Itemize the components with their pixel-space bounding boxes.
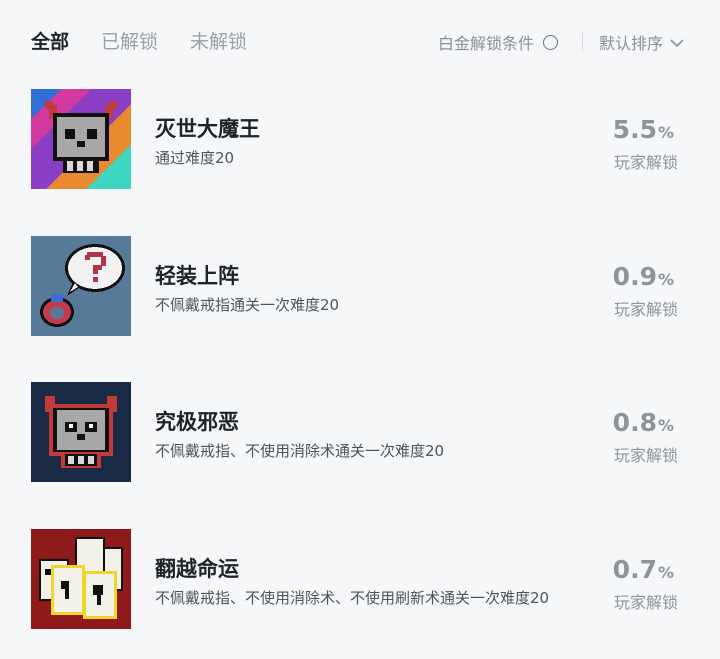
achievement-item[interactable]: 究极邪恶 不佩戴戒指、不使用消除术通关一次难度20 0.8% 玩家解锁 — [0, 382, 720, 486]
unlock-percent: 0.9% — [612, 262, 674, 291]
achievement-description: 不佩戴戒指、不使用消除术通关一次难度20 — [155, 442, 445, 460]
achievement-item[interactable]: 灭世大魔王 通过难度20 5.5% 玩家解锁 — [0, 89, 720, 193]
achievement-title: 翻越命运 — [155, 557, 239, 581]
achievement-title: 轻装上阵 — [155, 264, 239, 288]
unlock-percent-label: 玩家解锁 — [613, 300, 678, 319]
chevron-down-icon — [670, 33, 684, 52]
unlock-percent: 5.5% — [612, 115, 674, 144]
demon-skull-icon — [31, 89, 131, 189]
platinum-filter-label: 白金解锁条件 — [438, 34, 535, 53]
achievement-item[interactable]: 翻越命运 不佩戴戒指、不使用消除术、不使用刷新术通关一次难度20 0.7% 玩家… — [0, 529, 720, 633]
unlock-percent-label: 玩家解锁 — [613, 153, 678, 172]
platinum-filter-toggle[interactable]: 白金解锁条件 — [438, 31, 559, 53]
unlock-percent-label: 玩家解锁 — [613, 446, 678, 465]
unlock-percent: 0.8% — [612, 408, 674, 437]
achievement-description: 通过难度20 — [155, 149, 235, 167]
unlock-percent-label: 玩家解锁 — [613, 593, 678, 612]
unlock-percent: 0.7% — [612, 555, 674, 584]
divider — [582, 33, 583, 51]
cards-icon — [31, 529, 131, 629]
ring-question-icon — [31, 236, 131, 336]
tab-unlocked[interactable]: 已解锁 — [101, 30, 158, 54]
evil-skull-icon — [31, 382, 131, 482]
sort-dropdown[interactable]: 默认排序 — [599, 31, 684, 53]
sort-label: 默认排序 — [599, 34, 664, 53]
achievement-description: 不佩戴戒指、不使用消除术、不使用刷新术通关一次难度20 — [155, 589, 550, 607]
achievement-title: 究极邪恶 — [155, 410, 239, 434]
achievement-item[interactable]: 轻装上阵 不佩戴戒指通关一次难度20 0.9% 玩家解锁 — [0, 236, 720, 340]
top-bar: 全部 已解锁 未解锁 白金解锁条件 默认排序 — [0, 0, 720, 84]
radio-circle-icon[interactable] — [543, 34, 559, 50]
tab-locked[interactable]: 未解锁 — [190, 30, 247, 54]
achievement-description: 不佩戴戒指通关一次难度20 — [155, 296, 340, 314]
achievement-title: 灭世大魔王 — [155, 117, 260, 141]
tab-all[interactable]: 全部 — [31, 30, 69, 54]
